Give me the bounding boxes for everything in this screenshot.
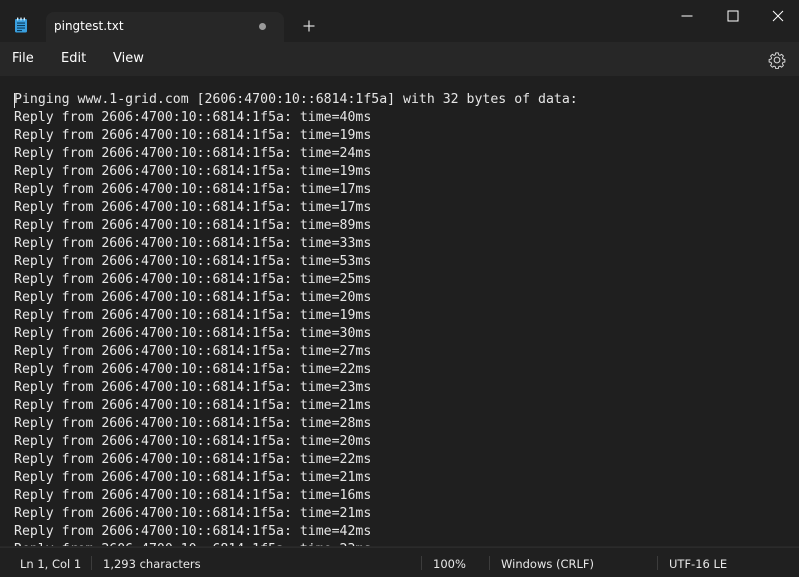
status-divider bbox=[421, 556, 422, 570]
text-line: Reply from 2606:4700:10::6814:1f5a: time… bbox=[14, 308, 372, 323]
text-line: Reply from 2606:4700:10::6814:1f5a: time… bbox=[14, 434, 372, 449]
text-line: Reply from 2606:4700:10::6814:1f5a: time… bbox=[14, 541, 578, 546]
menu-bar: File Edit View bbox=[0, 42, 799, 76]
status-bar: Ln 1, Col 1 1,293 characters 100% Window… bbox=[0, 547, 799, 577]
text-line: Reply from 2606:4700:10::6814:1f5a: time… bbox=[14, 236, 372, 251]
text-line: Reply from 2606:4700:10::6814:1f5a: time… bbox=[14, 272, 372, 287]
text-line: Reply from 2606:4700:10::6814:1f5a: time… bbox=[14, 182, 372, 197]
text-caret bbox=[14, 93, 15, 108]
minimize-button[interactable] bbox=[664, 0, 710, 32]
text-line: Reply from 2606:4700:10::6814:1f5a: time… bbox=[14, 254, 372, 269]
text-line: Reply from 2606:4700:10::6814:1f5a: time… bbox=[14, 110, 372, 125]
minimize-icon bbox=[681, 15, 693, 17]
status-divider bbox=[657, 556, 658, 570]
notepad-icon bbox=[15, 17, 27, 33]
text-line: Reply from 2606:4700:10::6814:1f5a: time… bbox=[14, 506, 372, 521]
file-tab[interactable]: pingtest.txt bbox=[46, 12, 284, 42]
close-button[interactable] bbox=[755, 0, 799, 32]
notepad-window: pingtest.txt File Edit View Pinging www.… bbox=[0, 0, 799, 577]
status-divider bbox=[489, 556, 490, 570]
text-editor[interactable]: Pinging www.1-grid.com [2606:4700:10::68… bbox=[0, 76, 799, 546]
gear-icon[interactable] bbox=[768, 51, 786, 69]
text-line: Pinging www.1-grid.com [2606:4700:10::68… bbox=[14, 92, 578, 107]
text-line: Reply from 2606:4700:10::6814:1f5a: time… bbox=[14, 164, 372, 179]
text-line: Reply from 2606:4700:10::6814:1f5a: time… bbox=[14, 218, 372, 233]
menu-file[interactable]: File bbox=[12, 51, 34, 66]
text-line: Reply from 2606:4700:10::6814:1f5a: time… bbox=[14, 470, 372, 485]
maximize-icon bbox=[727, 10, 739, 22]
encoding[interactable]: UTF-16 LE bbox=[669, 557, 727, 571]
text-line: Reply from 2606:4700:10::6814:1f5a: time… bbox=[14, 416, 372, 431]
text-line: Reply from 2606:4700:10::6814:1f5a: time… bbox=[14, 344, 372, 359]
text-line: Reply from 2606:4700:10::6814:1f5a: time… bbox=[14, 326, 372, 341]
text-line: Reply from 2606:4700:10::6814:1f5a: time… bbox=[14, 452, 372, 467]
menu-edit[interactable]: Edit bbox=[61, 51, 86, 66]
title-bar[interactable]: pingtest.txt bbox=[0, 0, 799, 42]
line-ending[interactable]: Windows (CRLF) bbox=[501, 557, 594, 571]
vertical-scrollbar[interactable] bbox=[790, 76, 793, 546]
tab-title: pingtest.txt bbox=[54, 19, 124, 33]
zoom-level[interactable]: 100% bbox=[433, 557, 466, 571]
close-icon bbox=[772, 10, 784, 22]
plus-icon[interactable] bbox=[298, 15, 320, 37]
text-line: Reply from 2606:4700:10::6814:1f5a: time… bbox=[14, 488, 372, 503]
text-line: Reply from 2606:4700:10::6814:1f5a: time… bbox=[14, 362, 372, 377]
text-line: Reply from 2606:4700:10::6814:1f5a: time… bbox=[14, 290, 372, 305]
text-line: Reply from 2606:4700:10::6814:1f5a: time… bbox=[14, 128, 372, 143]
maximize-button[interactable] bbox=[710, 0, 756, 32]
menu-view[interactable]: View bbox=[113, 51, 144, 66]
unsaved-dot-icon[interactable] bbox=[259, 23, 266, 30]
text-line: Reply from 2606:4700:10::6814:1f5a: time… bbox=[14, 380, 372, 395]
text-line: Reply from 2606:4700:10::6814:1f5a: time… bbox=[14, 200, 372, 215]
status-divider bbox=[91, 556, 92, 570]
editor-content[interactable]: Pinging www.1-grid.com [2606:4700:10::68… bbox=[14, 91, 578, 546]
text-line: Reply from 2606:4700:10::6814:1f5a: time… bbox=[14, 524, 372, 539]
text-line: Reply from 2606:4700:10::6814:1f5a: time… bbox=[14, 398, 372, 413]
character-count: 1,293 characters bbox=[103, 557, 201, 571]
cursor-position[interactable]: Ln 1, Col 1 bbox=[20, 557, 81, 571]
text-line: Reply from 2606:4700:10::6814:1f5a: time… bbox=[14, 146, 372, 161]
